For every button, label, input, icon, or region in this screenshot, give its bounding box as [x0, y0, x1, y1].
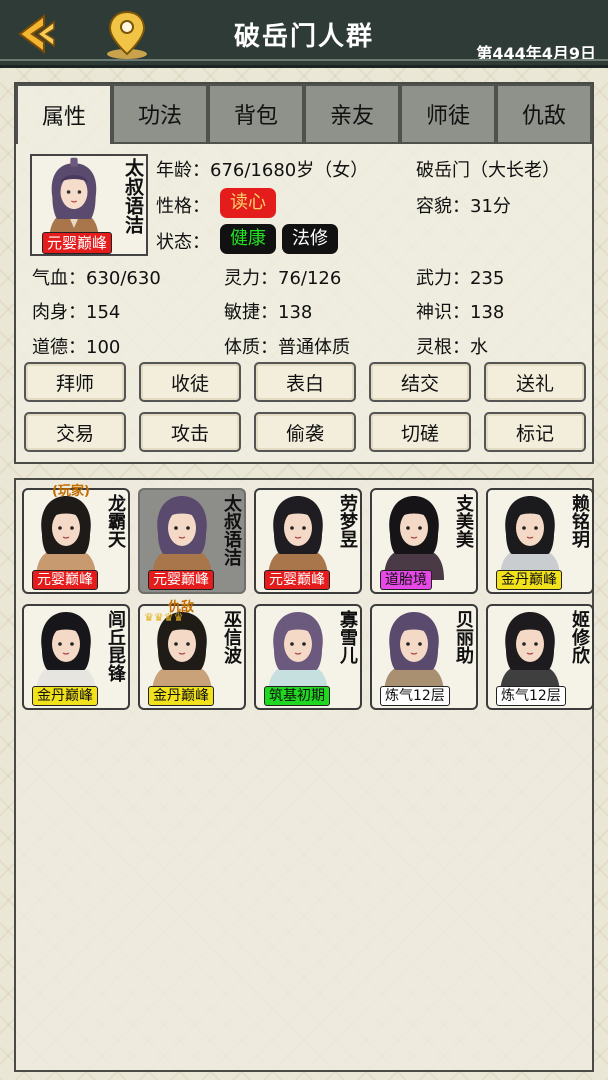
character-name: 太叔语洁	[122, 158, 144, 234]
person-name: 赖铭玥	[569, 494, 590, 548]
crown-icon: ♛♛♛♛	[144, 611, 184, 624]
people-list-panel: 龙霸天 元婴巅峰 (玩家) 太叔语洁 元婴巅峰 劳梦昱 元婴巅峰 支美美 道胎境 赖铭玥 金丹巅峰闾…	[14, 478, 594, 1072]
person-name: 贝丽助	[453, 610, 474, 664]
person-card[interactable]: 赖铭玥金丹巅峰	[486, 488, 594, 594]
status-label: 状态：	[156, 232, 210, 253]
realm-badge: 道胎境	[380, 570, 432, 590]
person-card[interactable]: ♛♛♛♛ 巫信波金丹巅峰 仇敌	[138, 600, 246, 710]
stat-wuli: 武力：235	[416, 268, 505, 289]
character-info-panel: 属性 功法 背包 亲友 师徒 仇敌 太叔语洁 元婴巅峰 年龄：676/1680岁…	[14, 82, 594, 464]
person-card[interactable]: 贝丽助炼气12层	[370, 604, 478, 710]
sect-text: 破岳门（大长老）	[416, 160, 560, 181]
person-card[interactable]: 劳梦昱元婴巅峰	[254, 488, 362, 594]
status-healthy-badge: 健康	[220, 224, 276, 254]
befriend-button[interactable]: 结交	[369, 362, 471, 402]
status-dharma-badge: 法修	[282, 224, 338, 254]
stat-qixue: 气血：630/630	[32, 268, 161, 289]
portrait-icon	[268, 612, 328, 696]
person-card[interactable]: 姬修欣炼气12层	[486, 604, 594, 710]
stat-linggen: 灵根：水	[416, 337, 488, 358]
stat-shenshi: 神识：138	[416, 302, 505, 323]
realm-badge: 金丹巅峰	[496, 570, 562, 590]
portrait-icon	[36, 612, 96, 696]
attack-button[interactable]: 攻击	[139, 412, 241, 452]
game-date: 第444年4月9日	[476, 44, 596, 63]
stat-minjie: 敏捷：138	[224, 302, 313, 323]
portrait-icon	[500, 496, 560, 580]
age-text: 年龄：676/1680岁（女）	[156, 160, 369, 181]
realm-badge: 元婴巅峰	[148, 570, 214, 590]
confess-button[interactable]: 表白	[254, 362, 356, 402]
person-name: 寡雪儿	[337, 610, 358, 664]
person-card[interactable]: 支美美道胎境	[370, 488, 478, 594]
person-card[interactable]: 龙霸天元婴巅峰 (玩家)	[22, 484, 130, 594]
realm-badge: 元婴巅峰	[32, 570, 98, 590]
looks-text: 容貌：31分	[416, 196, 511, 217]
portrait-icon	[500, 612, 560, 696]
apprentice-button[interactable]: 拜师	[24, 362, 126, 402]
tab-enemies[interactable]: 仇敌	[496, 84, 592, 144]
personality-badge: 读心	[220, 188, 276, 218]
realm-badge: 金丹巅峰	[148, 686, 214, 706]
stat-lingli: 灵力：76/126	[224, 268, 342, 289]
tab-friends[interactable]: 亲友	[304, 84, 400, 144]
person-card[interactable]: 太叔语洁 元婴巅峰	[138, 488, 246, 594]
top-bar: 破岳门人群 第444年4月9日	[0, 0, 608, 68]
stat-tizhi: 体质：普通体质	[224, 337, 350, 358]
realm-badge: 炼气12层	[496, 686, 566, 706]
person-name: 龙霸天	[105, 494, 126, 548]
tab-bar: 属性 功法 背包 亲友 师徒 仇敌	[16, 84, 592, 146]
spar-button[interactable]: 切磋	[369, 412, 471, 452]
realm-badge: 炼气12层	[380, 686, 450, 706]
tab-attributes[interactable]: 属性	[16, 84, 112, 144]
portrait-icon	[268, 496, 328, 580]
personality-label: 性格：	[156, 196, 210, 217]
trade-button[interactable]: 交易	[24, 412, 126, 452]
sneak-attack-button[interactable]: 偷袭	[254, 412, 356, 452]
portrait-icon	[384, 612, 444, 696]
person-tag: 仇敌	[168, 600, 195, 615]
gift-button[interactable]: 送礼	[484, 362, 586, 402]
person-name: 劳梦昱	[337, 494, 358, 548]
stat-roushen: 肉身：154	[32, 302, 121, 323]
person-name: 姬修欣	[569, 610, 590, 664]
person-name: 支美美	[453, 494, 474, 548]
portrait-icon	[384, 496, 444, 580]
person-name: 太叔语洁	[221, 494, 242, 566]
tab-skills[interactable]: 功法	[112, 84, 208, 144]
take-disciple-button[interactable]: 收徒	[139, 362, 241, 402]
realm-badge: 元婴巅峰	[264, 570, 330, 590]
portrait-icon	[36, 496, 96, 580]
person-name: 闾丘昆锋	[105, 610, 126, 682]
person-name: 巫信波	[221, 610, 242, 664]
character-avatar: 太叔语洁 元婴巅峰	[30, 154, 148, 256]
tab-master-disciple[interactable]: 师徒	[400, 84, 496, 144]
tab-backpack[interactable]: 背包	[208, 84, 304, 144]
realm-badge: 金丹巅峰	[32, 686, 98, 706]
stat-daode: 道德：100	[32, 337, 121, 358]
portrait-icon	[152, 496, 212, 580]
mark-button[interactable]: 标记	[484, 412, 586, 452]
person-card[interactable]: 寡雪儿筑基初期	[254, 604, 362, 710]
person-tag: (玩家)	[52, 484, 90, 499]
realm-badge: 筑基初期	[264, 686, 330, 706]
person-card[interactable]: 闾丘昆锋 金丹巅峰	[22, 604, 130, 710]
character-realm-badge: 元婴巅峰	[42, 232, 113, 254]
